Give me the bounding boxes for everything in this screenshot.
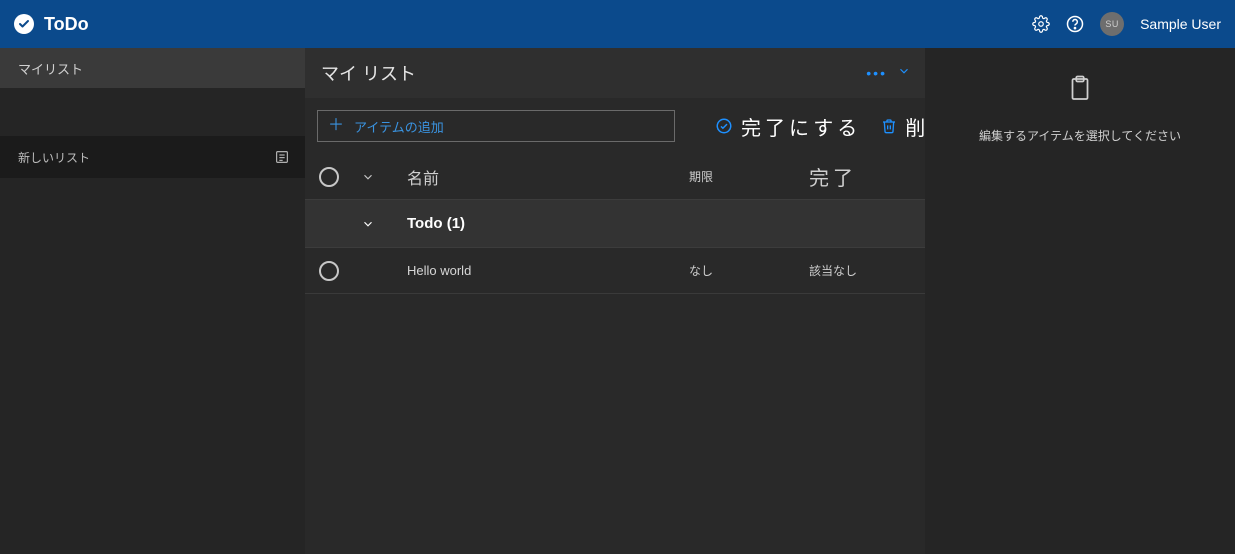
add-item-label: アイテムの追加: [354, 117, 444, 136]
cell-done: 該当なし: [809, 262, 919, 279]
group-label: Todo (1): [407, 215, 689, 232]
table-row[interactable]: Hello world なし 該当なし: [305, 248, 925, 294]
trash-icon: [881, 118, 897, 134]
add-item-button[interactable]: ＋ アイテムの追加: [317, 110, 675, 142]
sidebar-spacer: [0, 88, 305, 136]
sidebar: マイリスト 新しいリスト: [0, 48, 305, 554]
sidebar-item-mylist[interactable]: マイリスト: [0, 48, 305, 88]
app-logo-icon: [14, 14, 34, 34]
chevron-down-icon[interactable]: [897, 64, 911, 83]
column-due[interactable]: 期限: [689, 168, 809, 185]
new-list-button[interactable]: 新しいリスト: [0, 136, 305, 178]
select-all-circle[interactable]: [319, 167, 339, 187]
help-icon[interactable]: [1066, 15, 1084, 33]
avatar[interactable]: SU: [1100, 12, 1124, 36]
column-name[interactable]: 名前: [407, 165, 689, 189]
page-title: マイ リスト: [321, 60, 416, 86]
action-row: ＋ アイテムの追加 完了にする 削除: [305, 98, 925, 154]
check-circle-icon: [715, 117, 733, 135]
cell-name: Hello world: [407, 263, 689, 278]
column-done[interactable]: 完了: [809, 162, 919, 191]
app-title: ToDo: [44, 14, 89, 35]
gear-icon[interactable]: [1032, 15, 1050, 33]
complete-label: 完了にする: [741, 112, 861, 141]
table-header: 名前 期限 完了: [305, 154, 925, 200]
detail-panel: 編集するアイテムを選択してください: [925, 48, 1235, 554]
plus-icon: ＋: [328, 118, 344, 134]
detail-hint: 編集するアイテムを選択してください: [979, 127, 1181, 144]
clipboard-icon: [1065, 74, 1095, 109]
body-grid: マイリスト 新しいリスト マイ リスト ••• ＋ アイテムの追加: [0, 48, 1235, 554]
row-select-circle[interactable]: [319, 261, 339, 281]
cell-due: なし: [689, 262, 809, 279]
sidebar-item-label: マイリスト: [18, 59, 83, 78]
group-row[interactable]: Todo (1): [305, 200, 925, 248]
complete-button[interactable]: 完了にする: [715, 112, 861, 141]
chevron-down-icon[interactable]: [361, 217, 375, 231]
topbar-right: SU Sample User: [1032, 12, 1221, 36]
header-actions: •••: [866, 64, 911, 83]
main-header: マイ リスト •••: [305, 48, 925, 98]
topbar: ToDo SU Sample User: [0, 0, 1235, 48]
topbar-left: ToDo: [14, 14, 89, 35]
main-panel: マイ リスト ••• ＋ アイテムの追加 完了にする: [305, 48, 925, 554]
list-icon: [271, 146, 293, 168]
chevron-down-icon[interactable]: [361, 170, 375, 184]
user-name[interactable]: Sample User: [1140, 16, 1221, 32]
more-icon[interactable]: •••: [866, 65, 887, 81]
new-list-label: 新しいリスト: [18, 149, 90, 166]
